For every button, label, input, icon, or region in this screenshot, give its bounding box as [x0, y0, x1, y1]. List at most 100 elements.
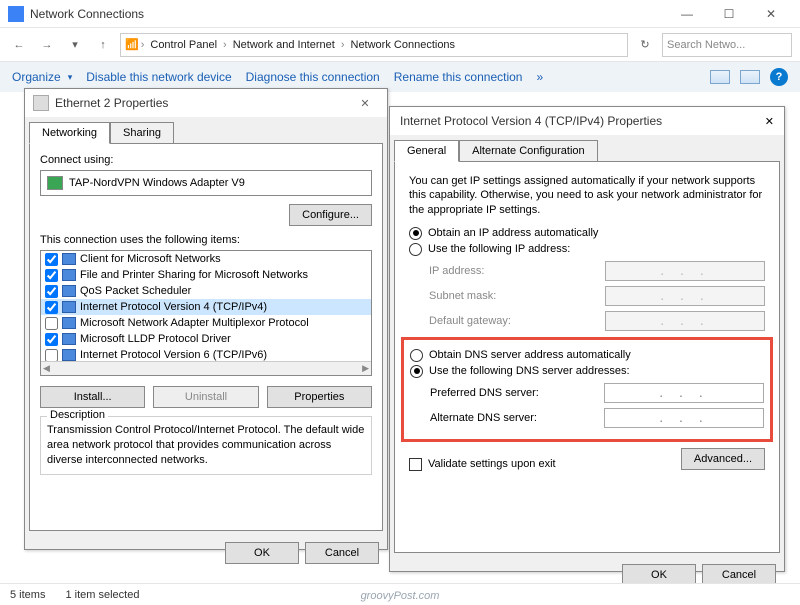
component-icon: [62, 285, 76, 297]
chevron-icon: ›: [141, 39, 145, 51]
ipv4-properties-dialog: Internet Protocol Version 4 (TCP/IPv4) P…: [389, 106, 785, 572]
ip-address-label: IP address:: [429, 265, 605, 277]
nic-icon: [47, 176, 63, 190]
tab-general[interactable]: General: [394, 140, 459, 162]
back-button[interactable]: ←: [8, 34, 30, 56]
item-count: 5 items: [10, 589, 45, 601]
adapter-icon: [33, 95, 49, 111]
crumb-network-connections[interactable]: Network Connections: [347, 39, 460, 51]
search-input[interactable]: Search Netwo...: [662, 33, 792, 57]
refresh-button[interactable]: ↻: [634, 34, 656, 56]
close-icon[interactable]: ✕: [765, 115, 774, 128]
component-icon: [62, 317, 76, 329]
tab-sharing[interactable]: Sharing: [110, 122, 174, 144]
horizontal-scrollbar[interactable]: ◀▶: [41, 361, 371, 375]
alternate-dns-field[interactable]: . . .: [604, 408, 764, 428]
radio-dns-auto[interactable]: Obtain DNS server address automatically: [410, 349, 764, 362]
radio-icon: [410, 349, 423, 362]
ethernet-properties-dialog: Ethernet 2 Properties ✕ Networking Shari…: [24, 88, 388, 550]
uninstall-button: Uninstall: [153, 386, 258, 408]
more-commands[interactable]: »: [536, 70, 543, 84]
advanced-button[interactable]: Advanced...: [681, 448, 765, 470]
breadcrumb[interactable]: 📶 › Control Panel › Network and Internet…: [120, 33, 628, 57]
dropdown-history[interactable]: ▾: [64, 34, 86, 56]
dialog-title: Internet Protocol Version 4 (TCP/IPv4) P…: [400, 114, 765, 128]
folder-icon: 📶: [125, 38, 139, 51]
dns-highlight: Obtain DNS server address automatically …: [401, 337, 773, 442]
radio-ip-auto[interactable]: Obtain an IP address automatically: [409, 227, 765, 240]
chevron-icon: ›: [223, 39, 227, 51]
info-text: You can get IP settings assigned automat…: [409, 174, 765, 217]
component-icon: [62, 349, 76, 361]
chevron-icon: ›: [341, 39, 345, 51]
radio-ip-manual[interactable]: Use the following IP address:: [409, 243, 765, 256]
crumb-network-internet[interactable]: Network and Internet: [229, 39, 339, 51]
help-icon[interactable]: ?: [770, 68, 788, 86]
view-options-icon[interactable]: [710, 70, 730, 84]
address-bar: ← → ▾ ↑ 📶 › Control Panel › Network and …: [0, 28, 800, 62]
list-item[interactable]: Microsoft Network Adapter Multiplexor Pr…: [80, 317, 309, 329]
radio-dns-manual[interactable]: Use the following DNS server addresses:: [410, 365, 764, 378]
description-text: Transmission Control Protocol/Internet P…: [47, 423, 365, 468]
list-item[interactable]: Client for Microsoft Networks: [80, 253, 221, 265]
radio-icon: [410, 365, 423, 378]
configure-button[interactable]: Configure...: [289, 204, 372, 226]
install-button[interactable]: Install...: [40, 386, 145, 408]
description-legend: Description: [47, 409, 108, 421]
ok-button[interactable]: OK: [225, 542, 299, 564]
subnet-field: . . .: [605, 286, 765, 306]
radio-icon: [409, 243, 422, 256]
disable-device-button[interactable]: Disable this network device: [86, 70, 231, 84]
connect-using-label: Connect using:: [40, 154, 372, 166]
close-button[interactable]: ✕: [750, 0, 792, 28]
component-icon: [62, 253, 76, 265]
app-icon: [8, 6, 24, 22]
diagnose-button[interactable]: Diagnose this connection: [246, 70, 380, 84]
validate-checkbox[interactable]: Validate settings upon exit: [409, 458, 556, 471]
up-button[interactable]: ↑: [92, 34, 114, 56]
crumb-control-panel[interactable]: Control Panel: [146, 39, 221, 51]
adapter-field: TAP-NordVPN Windows Adapter V9: [40, 170, 372, 196]
organize-menu[interactable]: Organize: [12, 70, 72, 84]
minimize-button[interactable]: —: [666, 0, 708, 28]
preferred-dns-label: Preferred DNS server:: [430, 387, 604, 399]
cancel-button[interactable]: Cancel: [305, 542, 379, 564]
component-icon: [62, 333, 76, 345]
network-items-list[interactable]: Client for Microsoft Networks File and P…: [40, 250, 372, 376]
ip-address-field: . . .: [605, 261, 765, 281]
maximize-button[interactable]: ☐: [708, 0, 750, 28]
item-checkbox[interactable]: [45, 349, 58, 362]
properties-button[interactable]: Properties: [267, 386, 372, 408]
list-item[interactable]: File and Printer Sharing for Microsoft N…: [80, 269, 308, 281]
forward-button[interactable]: →: [36, 34, 58, 56]
checkbox-icon: [409, 458, 422, 471]
item-checkbox[interactable]: [45, 253, 58, 266]
item-checkbox[interactable]: [45, 285, 58, 298]
explorer-titlebar: Network Connections — ☐ ✕: [0, 0, 800, 28]
preview-pane-icon[interactable]: [740, 70, 760, 84]
window-title: Network Connections: [30, 7, 666, 21]
rename-button[interactable]: Rename this connection: [394, 70, 523, 84]
tab-networking[interactable]: Networking: [29, 122, 110, 144]
tab-alternate-config[interactable]: Alternate Configuration: [459, 140, 598, 162]
alternate-dns-label: Alternate DNS server:: [430, 412, 604, 424]
gateway-field: . . .: [605, 311, 765, 331]
component-icon: [62, 301, 76, 313]
close-icon[interactable]: ✕: [351, 97, 379, 110]
list-item[interactable]: Internet Protocol Version 4 (TCP/IPv4): [80, 301, 267, 313]
radio-icon: [409, 227, 422, 240]
item-checkbox[interactable]: [45, 301, 58, 314]
component-icon: [62, 269, 76, 281]
gateway-label: Default gateway:: [429, 315, 605, 327]
adapter-name: TAP-NordVPN Windows Adapter V9: [69, 177, 245, 189]
list-item[interactable]: QoS Packet Scheduler: [80, 285, 191, 297]
item-checkbox[interactable]: [45, 317, 58, 330]
subnet-label: Subnet mask:: [429, 290, 605, 302]
item-checkbox[interactable]: [45, 333, 58, 346]
list-item[interactable]: Internet Protocol Version 6 (TCP/IPv6): [80, 349, 267, 361]
preferred-dns-field[interactable]: . . .: [604, 383, 764, 403]
item-checkbox[interactable]: [45, 269, 58, 282]
watermark: groovyPost.com: [361, 590, 440, 602]
selection-count: 1 item selected: [65, 589, 139, 601]
list-item[interactable]: Microsoft LLDP Protocol Driver: [80, 333, 231, 345]
